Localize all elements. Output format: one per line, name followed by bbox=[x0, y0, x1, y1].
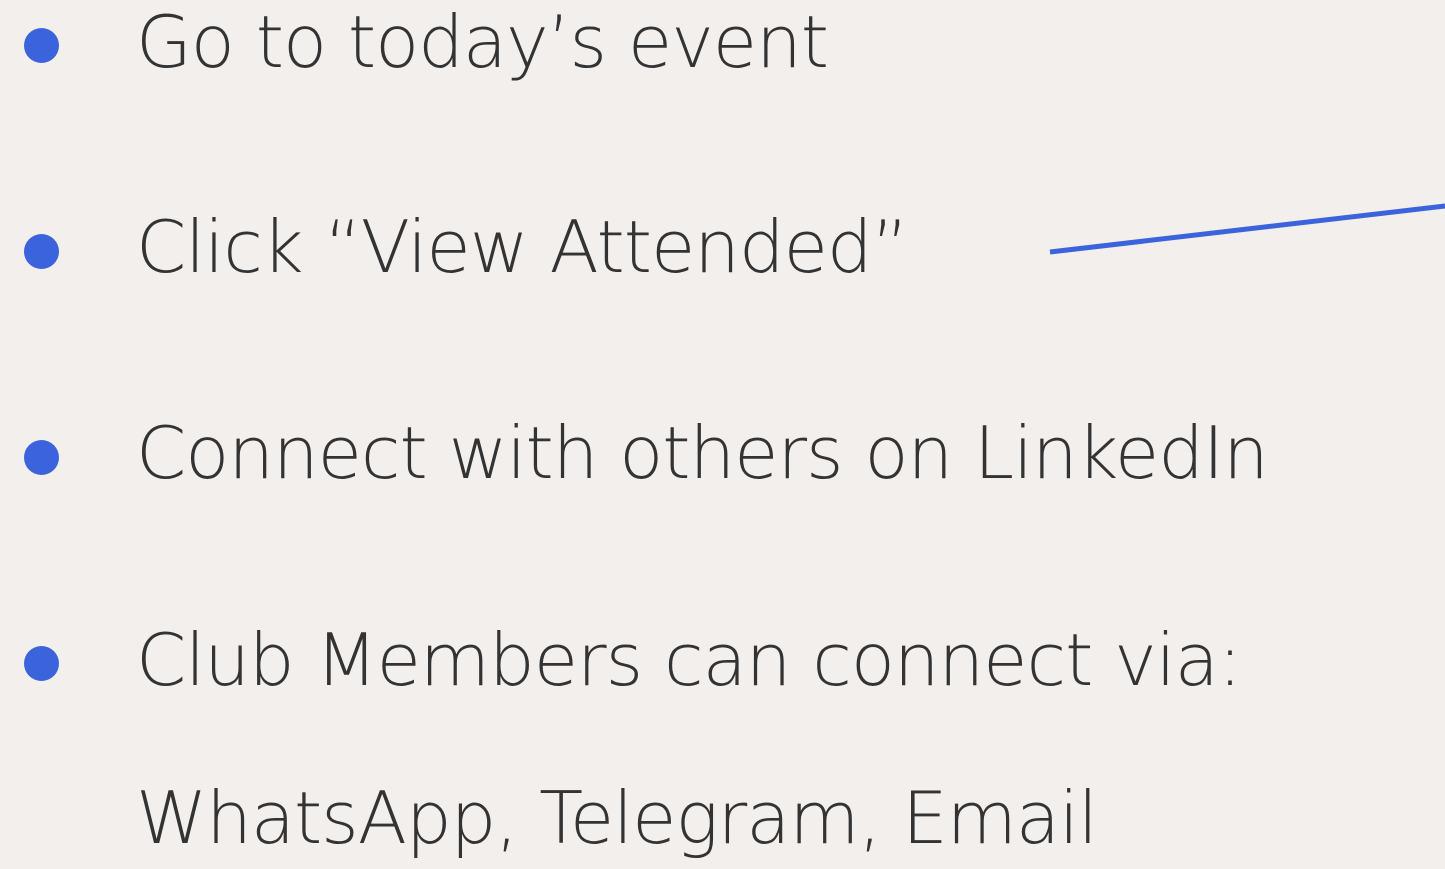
step-text: Connect with others on LinkedIn bbox=[136, 411, 1269, 495]
instruction-slide: Go to today’s event Click “View Attended… bbox=[0, 0, 1445, 869]
bullet-dot bbox=[24, 28, 59, 63]
bullet-dot bbox=[24, 646, 59, 681]
step-text: Go to today’s event bbox=[136, 0, 829, 84]
step-continuation-channels: WhatsApp, Telegram, Email bbox=[136, 776, 1098, 860]
bullet-dot bbox=[24, 440, 59, 475]
pointer-line-stroke bbox=[1049, 203, 1445, 255]
step-text: Club Members can connect via: bbox=[136, 618, 1242, 702]
step-text: Click “View Attended” bbox=[136, 205, 909, 289]
bullet-dot bbox=[24, 234, 59, 269]
